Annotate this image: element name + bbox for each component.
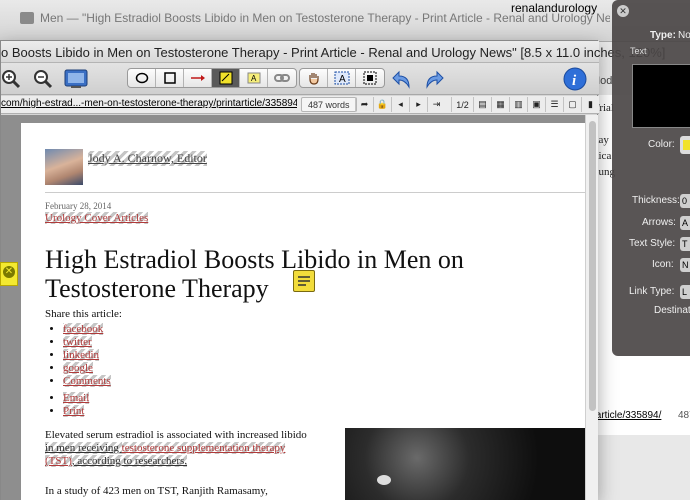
toc-icon[interactable]: ☰ [545,97,563,112]
twitter-link[interactable]: twitter [63,336,92,348]
google-link[interactable]: google [63,362,93,374]
notes-icon[interactable]: ▦ [491,97,509,112]
list-item: linkedin [63,349,111,362]
svg-text:A: A [251,74,257,83]
list-item: facebook [63,323,111,336]
list-item: google [63,362,111,375]
note-text-field[interactable] [632,64,690,128]
link-type-label: Link Type: [629,286,675,297]
color-label: Color: [648,139,675,150]
type-label: Type: [650,30,676,41]
arrows-popup[interactable]: A [680,216,690,230]
back-icon[interactable] [389,66,417,92]
box-tool-icon[interactable] [156,69,184,87]
share-icon[interactable]: ➦ [355,97,373,112]
marquee-tool-icon[interactable] [356,69,384,87]
pdf-view[interactable]: Jody A. Charnow, Editor February 28, 201… [1,115,585,500]
category-link[interactable]: Urology Cover Articles [45,212,149,224]
background-url[interactable]: tarticle/335894/ [593,410,661,421]
hand-tool-icon[interactable] [300,69,328,87]
previous-page-icon[interactable]: ◂ [391,97,409,112]
share-list: facebook twitter linkedin google Comment… [63,323,111,418]
circle-tool-icon[interactable] [128,69,156,87]
text-label: Text [630,46,647,56]
icon-label: Icon: [652,259,674,270]
bookmark-icon[interactable]: ▥ [509,97,527,112]
photo-highlight [377,475,391,485]
thickness-label: Thickness: [632,195,680,206]
text-select-tool-icon[interactable]: A [328,69,356,87]
document-icon [20,12,34,24]
text-highlight-tool-icon[interactable]: A [240,69,268,87]
document-icon[interactable]: ▤ [473,97,491,112]
lock-icon[interactable]: 🔒 [373,97,391,112]
article-paragraph: In a study of 423 men on TST, Ranjith Ra… [45,485,268,497]
linkedin-link[interactable]: linkedin [63,349,100,361]
type-value: No [678,30,690,41]
list-item: twitter [63,336,111,349]
article-photo [345,428,585,500]
article-paragraph: Elevated serum estradiol is associated w… [45,429,307,467]
zoom-in-icon[interactable] [0,66,23,92]
location-bar: com/high-estrad...-men-on-testosterone-t… [1,96,599,114]
scrollbar-thumb[interactable] [589,121,596,411]
thumbnail-icon[interactable]: ▣ [527,97,545,112]
note-inspector-panel: ✕ Type: No Text Color: Thickness: 0 Arro… [612,0,690,356]
destination-label: Destinat [654,305,690,316]
fit-page-icon[interactable] [63,66,89,92]
link-type-popup[interactable]: L [680,285,690,299]
text-style-label: Text Style: [629,238,676,249]
vertical-scrollbar[interactable] [585,115,598,500]
list-item: Email [63,392,111,405]
list-item: Comments [63,375,111,388]
email-link[interactable]: Email [63,392,90,404]
window-titlebar: o Boosts Libido in Men on Testosterone T… [1,41,665,63]
document-url[interactable]: com/high-estrad...-men-on-testosterone-t… [1,98,297,109]
pdf-page: Jody A. Charnow, Editor February 28, 201… [21,123,585,500]
author-name[interactable]: Jody A. Charnow, Editor [88,151,207,166]
zoom-out-icon[interactable] [29,66,55,92]
thickness-field[interactable]: 0 [680,194,690,208]
snapshot-icon[interactable]: ▢ [563,97,581,112]
facebook-link[interactable]: facebook [63,323,104,335]
note-tool-icon[interactable] [212,69,240,87]
svg-text:A: A [339,74,346,85]
divider [45,192,585,193]
arrow-tool-icon[interactable] [184,69,212,87]
background-word-count: 487 [678,410,690,421]
last-page-icon[interactable]: ⇥ [427,97,445,112]
sticky-note-icon[interactable] [293,270,315,292]
window-title: o Boosts Libido in Men on Testosterone T… [1,45,666,60]
info-icon[interactable]: i [561,66,589,92]
text-style-popup[interactable]: T [680,237,690,251]
forward-icon[interactable] [419,66,447,92]
close-icon[interactable]: ✕ [3,266,15,278]
sidebar-icon[interactable]: ▮ [581,97,599,112]
link-tool-icon[interactable] [268,69,296,87]
color-well[interactable] [680,136,690,154]
page-indicator: 1/2 [451,97,473,112]
author-photo [45,149,83,185]
icon-popup[interactable]: N [680,258,690,272]
comments-link[interactable]: Comments [63,375,111,387]
word-count: 487 words [301,97,357,112]
arrows-label: Arrows: [642,217,676,228]
article-date: February 28, 2014 [45,201,112,211]
share-label: Share this article: [45,308,122,320]
list-item: Print [63,405,111,418]
annotation-tools: A [127,68,297,88]
toolbar: A A i [1,63,599,95]
article-headline: High Estradiol Boosts Libido in Men on T… [45,245,464,303]
background-window-label: renalandurology [511,1,598,15]
selection-tools: A [299,68,385,88]
close-icon[interactable]: ✕ [617,5,629,17]
pdf-viewer-window: o Boosts Libido in Men on Testosterone T… [0,40,665,500]
print-link[interactable]: Print [63,405,85,417]
next-page-icon[interactable]: ▸ [409,97,427,112]
color-swatch [683,140,690,150]
